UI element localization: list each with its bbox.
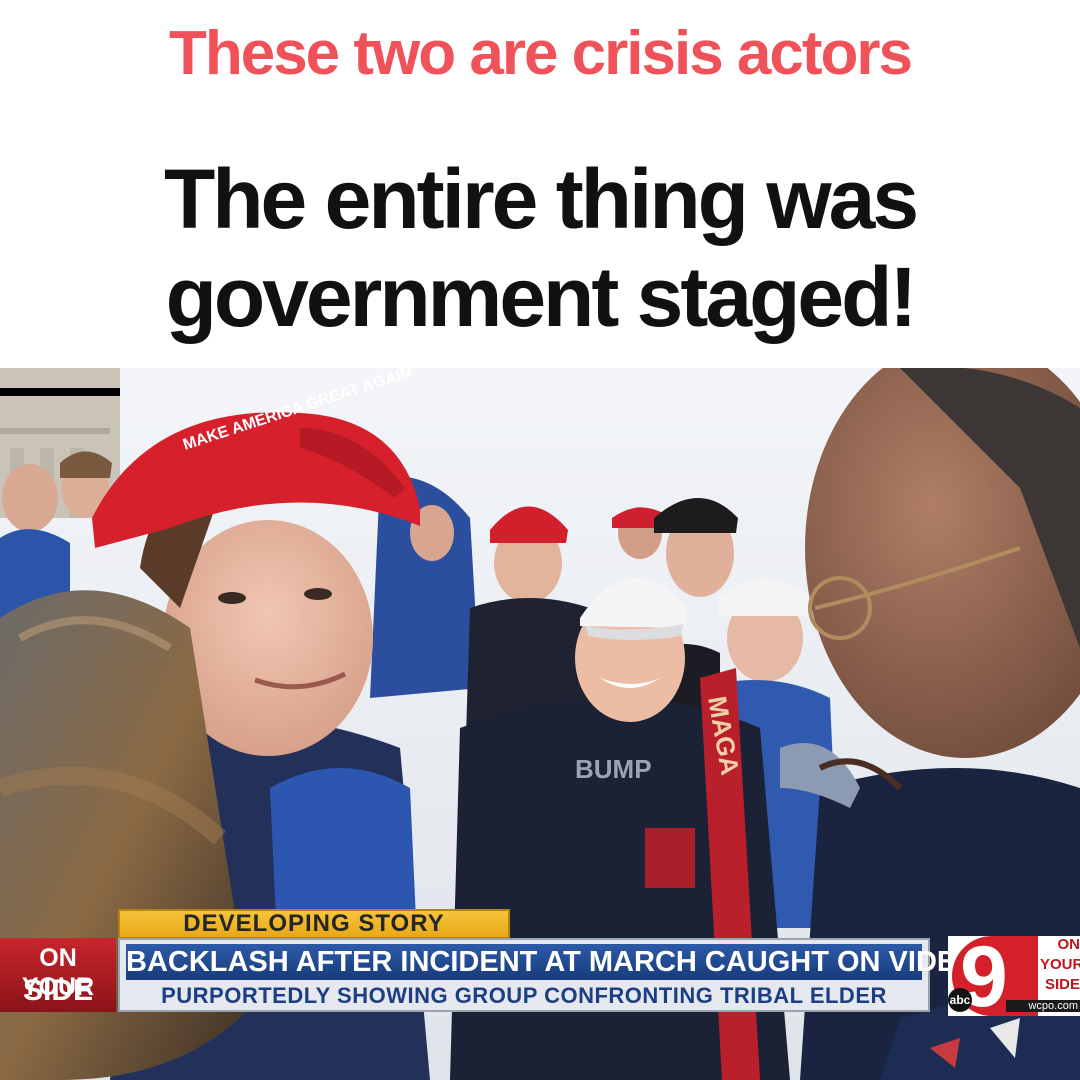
headline-line-1: The entire thing was: [163, 152, 919, 246]
lower-third: BACKLASH AFTER INCIDENT AT MARCH CAUGHT …: [118, 938, 979, 1012]
headline-line-2: government staged!: [165, 250, 918, 344]
developing-story-label: DEVELOPING STORY: [183, 910, 445, 937]
station-website: wcpo.com: [1006, 1000, 1080, 1012]
meme-headline: The entire thing was government staged!: [0, 150, 1080, 346]
station-slogan-2: YOUR: [1040, 956, 1080, 973]
developing-story-banner: DEVELOPING STORY: [118, 909, 510, 939]
station-slogan-1: ON: [1057, 936, 1080, 953]
bug-line-2: SIDE: [22, 974, 94, 1007]
meme-kicker: These two are crisis actors: [168, 19, 913, 88]
abc-logo: abc: [948, 988, 972, 1012]
on-your-side-bug: ON YOUR SIDE: [0, 938, 116, 1012]
lower-third-headline-bar: BACKLASH AFTER INCIDENT AT MARCH CAUGHT …: [126, 944, 979, 980]
station-number: 9: [960, 929, 1008, 1025]
station-slogan-3: SIDE: [1044, 976, 1080, 993]
lower-third-subheadline: PURPORTEDLY SHOWING GROUP CONFRONTING TR…: [161, 983, 887, 1008]
station-logo: 9 abc ON YOUR SIDE wcpo.com: [948, 929, 1080, 1025]
svg-text:BUMP: BUMP: [575, 754, 652, 784]
meme-caption-area: These two are crisis actors The entire t…: [0, 0, 1080, 368]
lower-third-headline: BACKLASH AFTER INCIDENT AT MARCH CAUGHT …: [126, 946, 979, 978]
